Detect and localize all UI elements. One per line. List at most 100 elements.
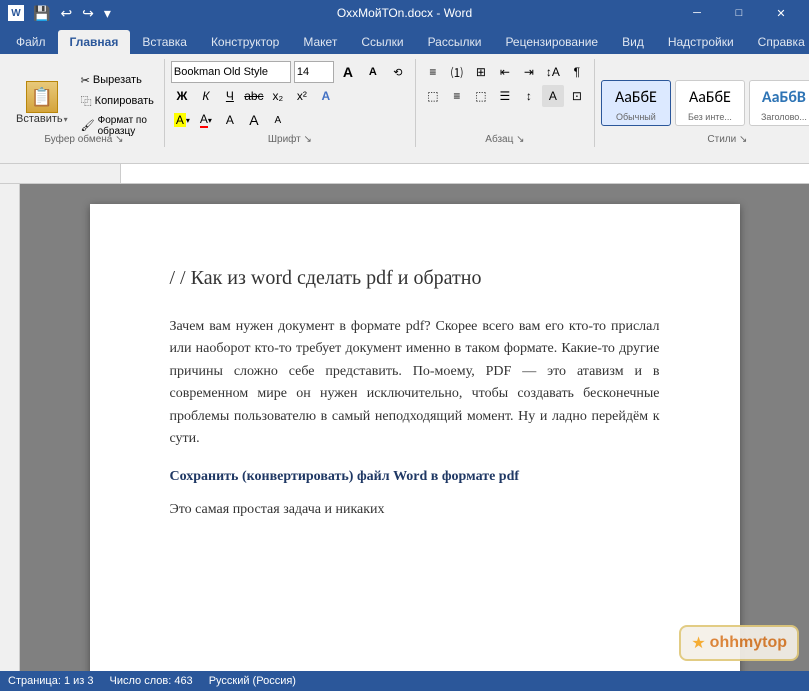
tab-view[interactable]: Вид (610, 30, 656, 54)
style-no-spacing[interactable]: АаБбЕ Без инте... (675, 80, 745, 126)
document-title: / / Как из word сделать pdf и обратно (170, 264, 660, 292)
decrease-indent-button[interactable]: ⇤ (494, 61, 516, 83)
undo-button[interactable]: ↩ (57, 5, 75, 22)
tab-insert[interactable]: Вставка (130, 30, 199, 54)
format-painter-icon: 🖌 (81, 119, 95, 132)
ribbon: 📋 Вставить ▾ ✂ Вырезать ⿻ Копировать (0, 54, 809, 164)
tab-references[interactable]: Ссылки (349, 30, 415, 54)
text-highlight-button[interactable]: A▾ (171, 109, 193, 131)
main-area: / / Как из word сделать pdf и обратно За… (0, 184, 809, 671)
bullet-list-button[interactable]: ≡ (422, 61, 444, 83)
document-body-paragraph2: Это самая простая задача и никаких (170, 499, 660, 521)
strikethrough-button[interactable]: abc (243, 85, 265, 107)
watermark-top: top (762, 634, 787, 651)
tab-addins[interactable]: Надстройки (656, 30, 746, 54)
style-no-spacing-preview: АаБбЕ (689, 84, 731, 112)
text-effects-button[interactable]: A (315, 85, 337, 107)
copy-icon: ⿻ (81, 93, 92, 109)
watermark-box: ★ ohhmytop (679, 625, 799, 661)
ribbon-tabs: Файл Главная Вставка Конструктор Макет С… (0, 26, 809, 54)
close-button[interactable]: ✕ (761, 0, 801, 26)
paste-button[interactable]: 📋 Вставить ▾ (10, 77, 74, 129)
styles-group: АаБбЕ Обычный АаБбЕ Без инте... АаБбВ За… (595, 59, 809, 147)
bold-button[interactable]: Ж (171, 85, 193, 107)
alignment-row: ⬚ ≡ ⬚ ☰ ↕ A ⊡ (422, 85, 588, 107)
font-name-input[interactable] (171, 61, 291, 83)
redo-button[interactable]: ↪ (79, 5, 97, 22)
watermark: ★ ohhmytop (679, 625, 799, 661)
character-spacing-button[interactable]: A (219, 109, 241, 131)
tab-help[interactable]: Справка (746, 30, 809, 54)
font-size-input[interactable] (294, 61, 334, 83)
clipboard-group-label: Буфер обмена ↘ (4, 134, 164, 145)
status-bar: Страница: 1 из 3 Число слов: 463 Русский… (0, 671, 809, 691)
decrease-font-button[interactable]: A (362, 61, 384, 83)
paste-dropdown-icon[interactable]: ▾ (64, 115, 68, 124)
italic-button[interactable]: К (195, 85, 217, 107)
borders-button[interactable]: ⊡ (566, 85, 588, 107)
increase-font-button[interactable]: A (337, 61, 359, 83)
cut-button[interactable]: ✂ Вырезать (77, 72, 158, 89)
maximize-button[interactable]: □ (719, 0, 759, 26)
quick-access-toolbar: 💾 ↩ ↪ ▾ (30, 5, 114, 22)
watermark-my: my (739, 634, 762, 651)
tab-file[interactable]: Файл (4, 30, 58, 54)
multilevel-list-button[interactable]: ⊞ (470, 61, 492, 83)
increase-indent-button[interactable]: ⇥ (518, 61, 540, 83)
style-normal[interactable]: АаБбЕ Обычный (601, 80, 671, 126)
style-heading1-label: Заголово... (761, 112, 807, 122)
paragraph-group: ≡ ⑴ ⊞ ⇤ ⇥ ↕A ¶ ⬚ ≡ ⬚ ☰ ↕ A ⊡ А (416, 59, 595, 147)
align-center-button[interactable]: ≡ (446, 85, 468, 107)
document-heading1: Сохранить (конвертировать) файл Word в ф… (170, 466, 660, 487)
shading-button[interactable]: A (542, 85, 564, 107)
paste-label: Вставить (16, 113, 63, 125)
paste-icon: 📋 (26, 81, 58, 113)
underline-button[interactable]: Ч (219, 85, 241, 107)
paragraph-group-label: Абзац ↘ (416, 134, 594, 145)
align-right-button[interactable]: ⬚ (470, 85, 492, 107)
vertical-ruler (0, 184, 20, 671)
align-left-button[interactable]: ⬚ (422, 85, 444, 107)
font-format-row1: Ж К Ч abc x₂ x² A (171, 85, 337, 107)
page-info: Страница: 1 из 3 (8, 675, 94, 687)
tab-design[interactable]: Конструктор (199, 30, 291, 54)
font-format-row2: A▾ A▾ A A A (171, 109, 289, 131)
tab-layout[interactable]: Макет (291, 30, 349, 54)
clipboard-group: 📋 Вставить ▾ ✂ Вырезать ⿻ Копировать (4, 59, 165, 147)
save-button[interactable]: 💾 (30, 5, 53, 22)
font-selector-row: A A ⟲ (171, 61, 409, 83)
style-heading1[interactable]: АаБбВ Заголово... (749, 80, 809, 126)
word-icon: W (8, 5, 24, 21)
tab-home[interactable]: Главная (58, 30, 131, 54)
tab-review[interactable]: Рецензирование (493, 30, 610, 54)
word-count: Число слов: 463 (110, 675, 193, 687)
watermark-ohh: ohh (710, 634, 739, 651)
customize-qat-button[interactable]: ▾ (101, 5, 114, 22)
justify-button[interactable]: ☰ (494, 85, 516, 107)
style-normal-label: Обычный (616, 112, 656, 122)
document-area[interactable]: / / Как из word сделать pdf и обратно За… (20, 184, 809, 671)
scissors-icon: ✂ (81, 74, 90, 87)
superscript-button[interactable]: x² (291, 85, 313, 107)
shrink-font-button[interactable]: A (267, 109, 289, 131)
font-color-button[interactable]: A▾ (195, 109, 217, 131)
grow-font-button[interactable]: A (243, 109, 265, 131)
horizontal-ruler (0, 164, 809, 184)
style-heading1-preview: АаБбВ (762, 84, 806, 112)
styles-group-label: Стили ↘ (601, 134, 809, 145)
clear-format-button[interactable]: ⟲ (387, 61, 409, 83)
line-spacing-button[interactable]: ↕ (518, 85, 540, 107)
clipboard-actions: ✂ Вырезать ⿻ Копировать 🖌 Формат по обра… (77, 72, 158, 139)
minimize-button[interactable]: ─ (677, 0, 717, 26)
language-indicator: Русский (Россия) (209, 675, 296, 687)
window-title: OxxMойТОn.docx - Word (337, 6, 472, 20)
copy-button[interactable]: ⿻ Копировать (77, 91, 158, 111)
title-left: W 💾 ↩ ↪ ▾ (8, 5, 114, 22)
window-controls: ─ □ ✕ (677, 0, 801, 26)
subscript-button[interactable]: x₂ (267, 85, 289, 107)
numbered-list-button[interactable]: ⑴ (446, 61, 468, 83)
style-no-spacing-label: Без инте... (688, 112, 732, 122)
tab-mailings[interactable]: Рассылки (416, 30, 494, 54)
show-formatting-button[interactable]: ¶ (566, 61, 588, 83)
sort-button[interactable]: ↕A (542, 61, 564, 83)
